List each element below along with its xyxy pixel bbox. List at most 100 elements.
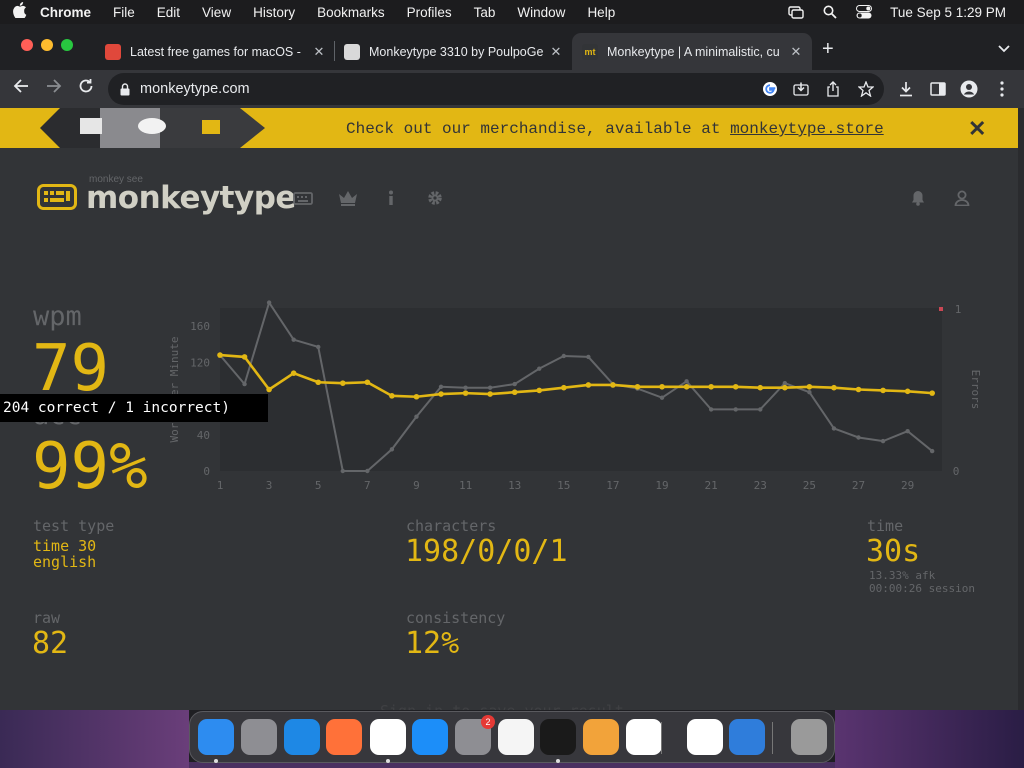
bell-icon[interactable]: [908, 188, 928, 208]
tab-monkeytype-3310[interactable]: Monkeytype 3310 by PoulpoGe ✕: [334, 33, 572, 70]
tab-close-icon[interactable]: ✕: [548, 44, 564, 60]
chart-x-tick-label: 1: [217, 479, 224, 492]
control-center-icon[interactable]: [856, 5, 873, 19]
install-app-icon[interactable]: [791, 79, 811, 99]
apple-menu-icon[interactable]: [0, 1, 40, 23]
bookmark-star-icon[interactable]: [856, 79, 876, 99]
screen-mirroring-icon[interactable]: [788, 5, 804, 19]
characters-label: characters: [406, 517, 497, 535]
merch-banner: Check out our merchandise, available at …: [0, 108, 1018, 148]
vscode-icon[interactable]: [626, 719, 662, 755]
banner-close-button[interactable]: ✕: [968, 116, 986, 142]
menubar-clock[interactable]: Tue Sep 5 1:29 PM: [890, 5, 1006, 20]
reload-button[interactable]: [75, 78, 97, 99]
characters-value[interactable]: 198/0/0/1: [405, 534, 568, 569]
gear-icon[interactable]: [425, 188, 445, 208]
wpm-label: wpm: [33, 301, 82, 332]
crown-icon[interactable]: [338, 188, 358, 208]
tab-free-games[interactable]: Latest free games for macOS - ✕: [95, 33, 335, 70]
textedit-icon[interactable]: [498, 719, 534, 755]
test-type-mode[interactable]: time 30: [33, 538, 96, 554]
share-icon[interactable]: [823, 79, 843, 99]
chrome-toolbar: monkeytype.com: [0, 70, 1024, 108]
system-settings-icon[interactable]: 2: [455, 715, 495, 755]
tab-monkeytype-active[interactable]: mt Monkeytype | A minimalistic, cu ✕: [572, 33, 812, 70]
side-panel-icon[interactable]: [928, 79, 948, 99]
lock-icon[interactable]: [120, 82, 130, 96]
window-zoom-button[interactable]: [61, 39, 73, 51]
launchpad-icon[interactable]: [241, 719, 277, 755]
chart-x-tick-label: 3: [266, 479, 273, 492]
chrome-icon[interactable]: [370, 719, 406, 755]
chart-point-raw: [561, 353, 567, 359]
chart-y2-tick-label: 0: [953, 465, 960, 478]
firefox-icon[interactable]: [326, 719, 362, 755]
window-minimize-button[interactable]: [41, 39, 53, 51]
menu-edit[interactable]: Edit: [157, 5, 180, 20]
weather-icon[interactable]: [729, 719, 765, 755]
chart-y-tick-label: 120: [190, 356, 210, 369]
page-scrollbar[interactable]: [1018, 108, 1024, 710]
consistency-value[interactable]: 12%: [405, 626, 459, 661]
trash-icon[interactable]: [791, 719, 827, 755]
downloads-icon[interactable]: [896, 79, 916, 99]
chart-point-wpm: [511, 389, 518, 396]
time-value[interactable]: 30s: [866, 534, 920, 569]
chart-point-raw: [733, 407, 738, 412]
chart-point-wpm: [315, 379, 322, 386]
user-icon[interactable]: [952, 188, 972, 208]
sign-in-hint[interactable]: Sign in to save your result: [380, 702, 624, 710]
chart-point-raw: [487, 385, 493, 390]
acc-value[interactable]: 99%: [32, 430, 148, 504]
new-tab-button[interactable]: +: [822, 38, 834, 61]
finder-icon[interactable]: [198, 719, 234, 755]
desktop-wallpaper-left: [0, 710, 189, 768]
wpm-chart[interactable]: 04080120160135791113151719212325272901Wo…: [160, 298, 990, 508]
menu-history[interactable]: History: [253, 5, 295, 20]
brand-name[interactable]: monkeytype: [86, 180, 296, 216]
keyboard-icon[interactable]: [293, 188, 313, 208]
visual-studio-icon[interactable]: [687, 719, 723, 755]
tab-close-icon[interactable]: ✕: [788, 44, 804, 60]
session-time: 00:00:26 session: [869, 582, 975, 595]
menu-file[interactable]: File: [113, 5, 135, 20]
app-store-icon[interactable]: [412, 719, 448, 755]
info-icon[interactable]: [381, 188, 401, 208]
chart-point-raw: [856, 435, 861, 440]
chart-point-wpm: [782, 384, 788, 391]
profile-avatar-icon[interactable]: [959, 79, 979, 99]
tab-close-icon[interactable]: ✕: [311, 44, 327, 60]
test-type-language[interactable]: english: [33, 554, 96, 570]
chrome-menu-icon[interactable]: [992, 79, 1012, 99]
window-close-button[interactable]: [21, 39, 33, 51]
terminal-icon[interactable]: [540, 719, 576, 755]
menu-bookmarks[interactable]: Bookmarks: [317, 5, 385, 20]
menu-app-name[interactable]: Chrome: [40, 5, 91, 20]
google-icon[interactable]: [760, 79, 780, 99]
url-text[interactable]: monkeytype.com: [140, 81, 250, 97]
chart-point-wpm: [757, 384, 764, 391]
menu-help[interactable]: Help: [587, 5, 615, 20]
spotlight-search-icon[interactable]: [822, 5, 838, 19]
garageband-icon[interactable]: [583, 719, 619, 755]
chart-x-tick-label: 7: [364, 479, 371, 492]
merch-store-link[interactable]: monkeytype.store: [730, 120, 884, 138]
chart-point-raw: [880, 438, 886, 444]
chart-x-tick-label: 21: [705, 479, 718, 492]
raw-value[interactable]: 82: [32, 626, 68, 661]
back-button[interactable]: [10, 78, 32, 99]
chart-point-wpm: [634, 383, 641, 390]
menu-profiles[interactable]: Profiles: [407, 5, 452, 20]
monkeytype-logo-icon[interactable]: [37, 184, 77, 210]
tab-search-icon[interactable]: [998, 42, 1010, 56]
menu-window[interactable]: Window: [517, 5, 565, 20]
chart-point-wpm: [806, 383, 813, 390]
chart-y2-tick-label: 1: [955, 303, 962, 316]
dock-separator: [661, 722, 662, 754]
safari-icon[interactable]: [284, 719, 320, 755]
chart-error-marker: [939, 307, 943, 311]
chart-point-raw: [414, 414, 419, 419]
menu-tab[interactable]: Tab: [474, 5, 496, 20]
menu-view[interactable]: View: [202, 5, 231, 20]
forward-button[interactable]: [43, 78, 65, 99]
